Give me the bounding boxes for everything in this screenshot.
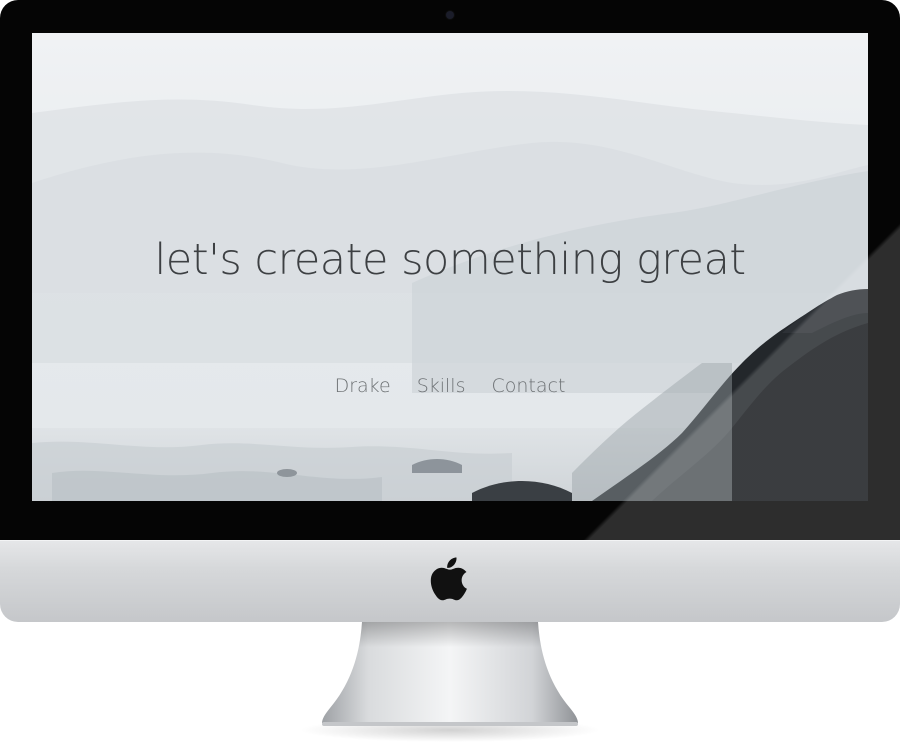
nav-link-contact[interactable]: Contact: [492, 375, 566, 397]
imac-mockup: let's create something great Drake Skill…: [0, 0, 900, 753]
monitor-screen: let's create something great Drake Skill…: [32, 33, 868, 501]
hero-title: let's create something great: [154, 235, 746, 285]
nav-link-drake[interactable]: Drake: [335, 375, 391, 397]
monitor-stand: [300, 622, 600, 742]
camera-icon: [446, 11, 454, 19]
main-nav: Drake Skills Contact: [32, 375, 868, 397]
nav-link-skills[interactable]: Skills: [417, 375, 466, 397]
monitor-bezel: let's create something great Drake Skill…: [0, 0, 900, 540]
apple-logo-icon: [430, 557, 467, 601]
